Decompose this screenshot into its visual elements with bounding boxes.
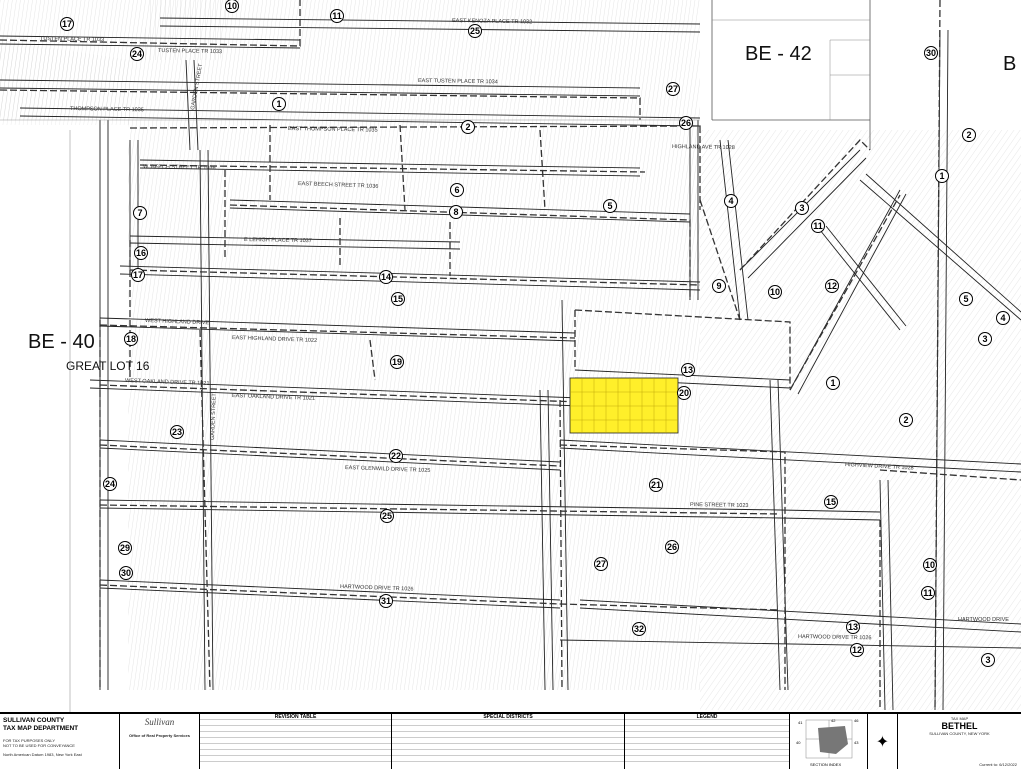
block-number: 16 [136, 248, 146, 258]
index-cell: 42 [831, 718, 836, 723]
block-number: 29 [120, 543, 130, 553]
block-number: 1 [276, 99, 281, 109]
block-number: 19 [392, 357, 402, 367]
county-logo: Sullivan [144, 717, 175, 727]
block-number: 25 [382, 511, 392, 521]
block-number: 32 [634, 624, 644, 634]
north-arrow-icon: ✦ [868, 714, 898, 769]
street-name: HARTWOOD DRIVE [958, 617, 1009, 623]
street-name: E LEHIGH PLACE TR 1037 [244, 237, 312, 244]
special-districts: SPECIAL DISTRICTS [392, 714, 625, 769]
index-cell: 43 [854, 740, 859, 745]
map-title: TAX MAP BETHEL SULLIVAN COUNTY, NEW YORK… [898, 714, 1021, 769]
block-number: 10 [227, 1, 237, 11]
block-number: 12 [852, 645, 862, 655]
block-number: 8 [453, 207, 458, 217]
block-number: 26 [681, 118, 691, 128]
office-name: Office of Real Property Services [129, 733, 190, 738]
block-number: 27 [596, 559, 606, 569]
block-number: 18 [126, 334, 136, 344]
block-number: 9 [716, 281, 721, 291]
disclaimer: FOR TAX PURPOSES ONLY NOT TO BE USED FOR… [3, 738, 75, 748]
block-number: 27 [668, 84, 678, 94]
block-number: 17 [62, 19, 72, 29]
block-number: 23 [172, 427, 182, 437]
county-info: SULLIVAN COUNTY TAX MAP DEPARTMENT FOR T… [0, 714, 120, 769]
block-number: 7 [137, 208, 142, 218]
block-number: 30 [121, 568, 131, 578]
block-number: 31 [381, 596, 391, 606]
title-block: SULLIVAN COUNTY TAX MAP DEPARTMENT FOR T… [0, 712, 1021, 771]
block-number: 1 [939, 171, 944, 181]
block-number: 6 [454, 185, 459, 195]
block-number: 22 [391, 451, 401, 461]
block-number: 24 [105, 479, 115, 489]
town-name: BETHEL [941, 721, 978, 731]
office-info: Sullivan Office of Real Property Service… [120, 714, 200, 769]
block-number: 3 [982, 334, 987, 344]
street-name: TUSTEN PLACE TR 1033 [40, 36, 104, 43]
street-name: PINE STREET TR 1023 [690, 502, 749, 509]
block-number: 21 [651, 480, 661, 490]
section-label-north: BE - 42 [745, 43, 812, 65]
county-name: SULLIVAN COUNTY [3, 717, 65, 724]
block-number: 13 [848, 622, 858, 632]
block-number: 2 [903, 415, 908, 425]
index-cell: 40 [796, 740, 801, 745]
great-lot-label: GREAT LOT 16 [66, 359, 150, 373]
street-name: HIGHLAND AVE TR 1028 [672, 144, 735, 151]
county-state: SULLIVAN COUNTY, NEW YORK [929, 731, 990, 736]
block-number: 3 [985, 655, 990, 665]
revision-table: REVISION TABLE [200, 714, 392, 769]
section-index: 41 42 46 40 43 SECTION INDEX [790, 714, 868, 769]
section-label-west: BE - 40 [28, 331, 95, 353]
block-number: 24 [132, 49, 142, 59]
block-number: 11 [923, 588, 933, 598]
current-date: Current to: 6/12/2022 [979, 762, 1017, 767]
block-number: 13 [683, 365, 693, 375]
section-index-label: SECTION INDEX [810, 762, 841, 767]
block-number: 25 [470, 26, 480, 36]
tax-map: BE - 40 BE - 42 B GREAT LOT 16 EAST KENO… [0, 0, 1021, 712]
block-number: 15 [393, 294, 403, 304]
street-name: HARTWOOD DRIVE TR 1026 [798, 634, 872, 641]
section-label-east: B [1003, 53, 1016, 75]
block-number: 30 [926, 48, 936, 58]
block-number: 5 [607, 201, 612, 211]
block-number: 17 [133, 270, 143, 280]
block-number: 10 [925, 560, 935, 570]
legend: LEGEND [625, 714, 790, 769]
block-number: 4 [728, 196, 733, 206]
block-number: 5 [963, 294, 968, 304]
block-number: 1 [830, 378, 835, 388]
block-number: 14 [381, 272, 391, 282]
highlighted-parcel[interactable] [569, 377, 679, 434]
block-number: 26 [667, 542, 677, 552]
block-number: 11 [332, 11, 342, 21]
block-number: 11 [813, 221, 823, 231]
department-name: TAX MAP DEPARTMENT [3, 725, 79, 732]
block-number: 4 [1000, 313, 1005, 323]
datum: North American Datum 1983, New York East [3, 752, 82, 757]
block-number: 3 [799, 203, 804, 213]
index-cell: 41 [798, 720, 803, 725]
block-number: 2 [465, 122, 470, 132]
street-name: W. BEECH STREET TR 1036 [143, 164, 216, 171]
block-number: 2 [966, 130, 971, 140]
block-number: 10 [770, 287, 780, 297]
street-name: TUSTEN PLACE TR 1033 [158, 48, 222, 55]
block-number: 15 [826, 497, 836, 507]
block-number: 20 [679, 388, 689, 398]
index-cell: 46 [854, 718, 859, 723]
section-index-map: 41 42 46 40 43 SECTION INDEX [796, 718, 859, 767]
block-number: 12 [827, 281, 837, 291]
